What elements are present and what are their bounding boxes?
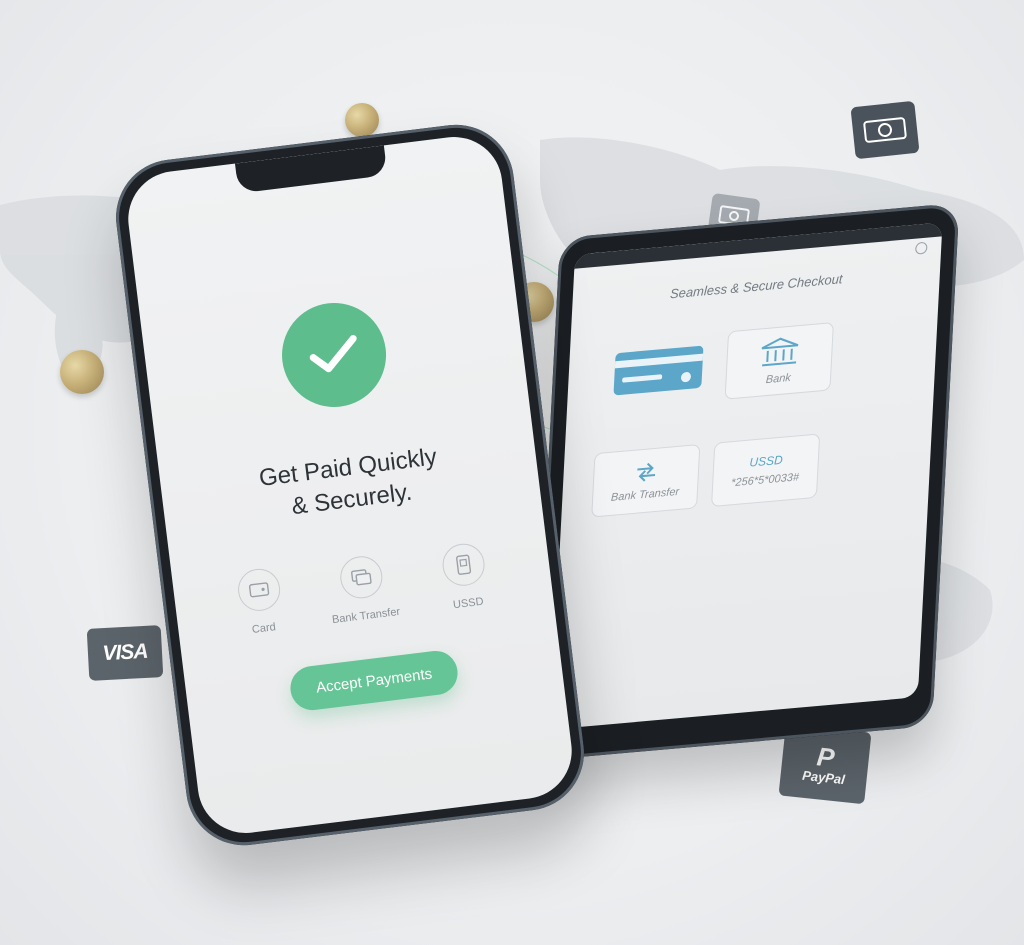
phone-device: Get Paid Quickly & Securely. Card Bank T…	[109, 118, 591, 852]
success-check-icon	[276, 297, 392, 413]
card-payment-tile[interactable]	[607, 333, 710, 408]
ussd-payment-tile[interactable]: USSD *256*5*0033#	[711, 433, 821, 508]
method-ussd[interactable]: USSD	[416, 538, 513, 614]
method-card-label: Card	[251, 621, 277, 636]
accept-payments-button[interactable]: Accept Payments	[287, 648, 461, 713]
transfer-icon	[637, 462, 656, 482]
credit-card-icon	[613, 345, 704, 396]
ussd-label: USSD	[749, 452, 784, 470]
method-ussd-label: USSD	[452, 595, 485, 612]
method-bank-transfer[interactable]: Bank Transfer	[314, 551, 411, 627]
visa-label: VISA	[101, 639, 149, 666]
tablet-device: Seamless & Secure Checkout Bank Bank Tra…	[532, 202, 960, 762]
bank-payment-tile[interactable]: Bank	[724, 322, 834, 400]
paypal-logo-icon: P	[815, 740, 836, 773]
visa-badge: VISA	[86, 625, 164, 681]
payment-methods: Card Bank Transfer USSD	[212, 538, 514, 640]
search-icon[interactable]	[914, 241, 928, 255]
bank-transfer-icon	[337, 553, 385, 601]
checkout-title: Seamless & Secure Checkout	[669, 271, 843, 302]
method-bank-transfer-label: Bank Transfer	[331, 605, 401, 627]
gold-coin-icon	[345, 103, 379, 137]
page-title: Get Paid Quickly & Securely.	[159, 429, 540, 538]
cash-icon	[850, 100, 920, 160]
payment-scene: VISA P PayPal Seamless & Secure Checkout	[0, 0, 1024, 945]
tablet-screen: Seamless & Secure Checkout Bank Bank Tra…	[550, 222, 943, 730]
transfer-label: Bank Transfer	[610, 485, 680, 504]
transfer-payment-tile[interactable]: Bank Transfer	[591, 443, 701, 518]
phone-notch	[234, 145, 388, 194]
bank-label: Bank	[765, 371, 792, 387]
method-card[interactable]: Card	[212, 564, 309, 640]
ussd-code: *256*5*0033#	[730, 471, 800, 490]
phone-icon	[440, 541, 487, 589]
wallet-icon	[235, 566, 283, 614]
phone-screen: Get Paid Quickly & Securely. Card Bank T…	[122, 131, 578, 839]
bank-icon	[761, 337, 799, 367]
paypal-label: PayPal	[801, 767, 846, 787]
gold-coin-icon	[60, 350, 104, 394]
